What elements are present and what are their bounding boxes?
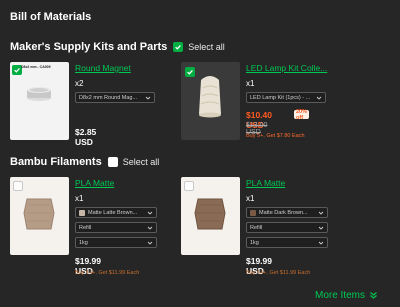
chevron-down-icon — [145, 96, 151, 100]
variant-dropdown[interactable]: LED Lamp Kit (1pcs) - ... — [246, 92, 326, 103]
check-icon — [175, 44, 182, 50]
item-checkbox[interactable] — [185, 67, 195, 77]
color-dropdown[interactable]: Matte Latte Brown... — [75, 207, 157, 218]
weight-dropdown[interactable]: 1kg — [75, 237, 157, 248]
weight-dropdown[interactable]: 1kg — [246, 237, 328, 248]
select-all-checkbox[interactable] — [173, 42, 184, 52]
variant-value: LED Lamp Kit (1pcs) - ... — [250, 94, 311, 101]
product-name-link[interactable]: Round Magnet — [75, 63, 131, 73]
more-items-button[interactable]: More Items — [315, 290, 378, 301]
chevron-down-icon — [318, 226, 324, 230]
discount-badge: 20% off — [294, 108, 310, 121]
check-icon — [187, 69, 193, 75]
quantity: x2 — [75, 79, 84, 88]
type-value: Refill — [79, 224, 92, 231]
chevron-down-icon — [316, 96, 322, 100]
quantity: x1 — [75, 194, 84, 203]
color-value: Matte Latte Brown... — [88, 209, 138, 216]
bulk-promo-text: Buy 14+, Get $11.99 Each — [75, 270, 140, 276]
variant-dropdown[interactable]: D8x2 mm Round Mag... — [75, 92, 155, 103]
check-icon — [14, 67, 20, 73]
chevron-down-icon — [318, 241, 324, 245]
weight-value: 1kg — [79, 239, 88, 246]
weight-value: 1kg — [250, 239, 259, 246]
item-checkbox[interactable] — [13, 181, 23, 191]
quantity: x1 — [246, 194, 255, 203]
bulk-promo-text: Buy 5+, Get $7.80 Each — [246, 133, 305, 139]
select-all-checkbox[interactable] — [107, 157, 118, 167]
product-thumbnail[interactable]: D8x2 mm - CA009 — [10, 62, 69, 140]
chevron-down-icon — [147, 241, 153, 245]
product-name-link[interactable]: PLA Matte — [246, 178, 285, 188]
color-swatch — [79, 209, 85, 216]
section-header-makers-supply: Maker's Supply Kits and Parts Select all — [10, 41, 225, 53]
bulk-promo-text: Buy 14+, Get $11.99 Each — [246, 270, 311, 276]
product-name-link[interactable]: PLA Matte — [75, 178, 114, 188]
chevron-down-icon — [147, 226, 153, 230]
chevron-down-icon — [318, 211, 324, 215]
type-dropdown[interactable]: Refill — [246, 222, 328, 233]
select-all-label: Select all — [122, 157, 160, 167]
price: $2.85 USD — [75, 127, 97, 147]
product-name-link[interactable]: LED Lamp Kit Colle... — [246, 63, 327, 73]
chevron-down-icon — [147, 211, 153, 215]
more-items-label: More Items — [314, 290, 365, 301]
color-swatch — [250, 209, 256, 216]
section-header-bambu-filaments: Bambu Filaments Select all — [10, 156, 159, 168]
quantity: x1 — [246, 79, 255, 88]
variant-value: D8x2 mm Round Mag... — [79, 94, 138, 101]
section-title: Bambu Filaments — [10, 156, 102, 168]
product-thumbnail[interactable] — [181, 177, 240, 255]
page-title: Bill of Materials — [10, 11, 92, 23]
product-thumbnail[interactable] — [181, 62, 240, 140]
product-thumbnail[interactable] — [10, 177, 69, 255]
thumbnail-tag: D8x2 mm - CA009 — [21, 65, 51, 69]
type-dropdown[interactable]: Refill — [75, 222, 157, 233]
color-dropdown[interactable]: Matte Dark Brown... — [246, 207, 328, 218]
item-checkbox[interactable] — [184, 181, 194, 191]
type-value: Refill — [250, 224, 263, 231]
double-chevron-down-icon — [370, 292, 377, 299]
section-title: Maker's Supply Kits and Parts — [10, 41, 168, 53]
select-all-label: Select all — [188, 42, 225, 52]
color-value: Matte Dark Brown... — [259, 209, 308, 216]
